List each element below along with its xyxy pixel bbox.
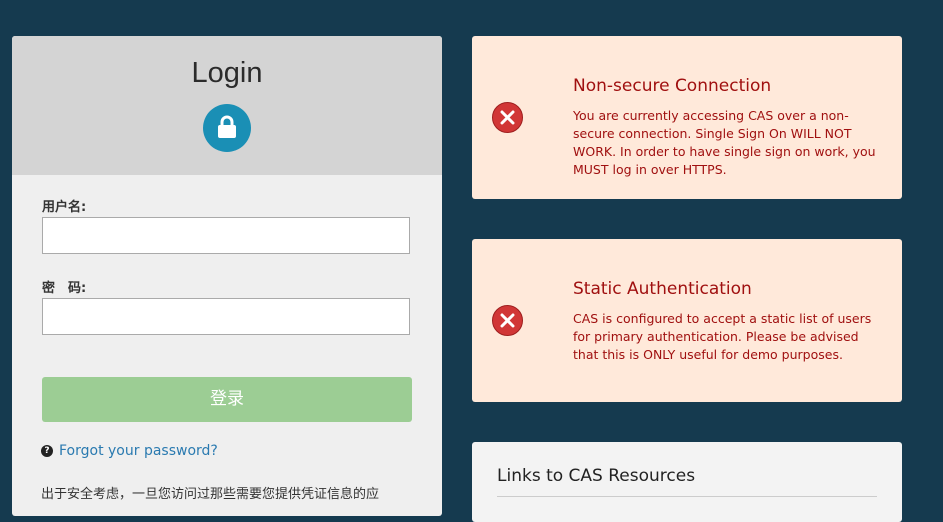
alert-title: Non-secure Connection	[573, 76, 772, 96]
login-button[interactable]: 登录	[42, 377, 412, 422]
password-input[interactable]	[42, 298, 410, 335]
alert-body: You are currently accessing CAS over a n…	[573, 108, 876, 177]
forgot-password-link[interactable]: ? Forgot your password?	[41, 443, 218, 459]
login-panel: Login 用户名: 密 码: 登录 ? Forgot your passwor…	[12, 36, 442, 516]
error-x-icon	[492, 305, 523, 336]
password-label: 密 码:	[42, 281, 87, 296]
username-label: 用户名:	[42, 200, 87, 215]
links-title: Links to CAS Resources	[497, 466, 696, 486]
divider	[497, 496, 877, 497]
security-notice: 出于安全考虑，一旦您访问过那些需要您提供凭证信息的应	[41, 487, 380, 502]
alert-static-auth: Static Authentication CAS is configured …	[472, 239, 902, 402]
username-input[interactable]	[42, 217, 410, 254]
question-circle-icon: ?	[41, 445, 53, 457]
alert-title: Static Authentication	[573, 279, 752, 299]
login-header: Login	[12, 36, 442, 175]
alert-body: CAS is configured to accept a static lis…	[573, 311, 872, 362]
forgot-password-label: Forgot your password?	[59, 443, 218, 459]
links-panel: Links to CAS Resources	[472, 442, 902, 522]
lock-icon	[203, 104, 251, 152]
alert-non-secure: Non-secure Connection You are currently …	[472, 36, 902, 199]
error-x-icon	[492, 102, 523, 133]
login-title: Login	[191, 57, 263, 89]
